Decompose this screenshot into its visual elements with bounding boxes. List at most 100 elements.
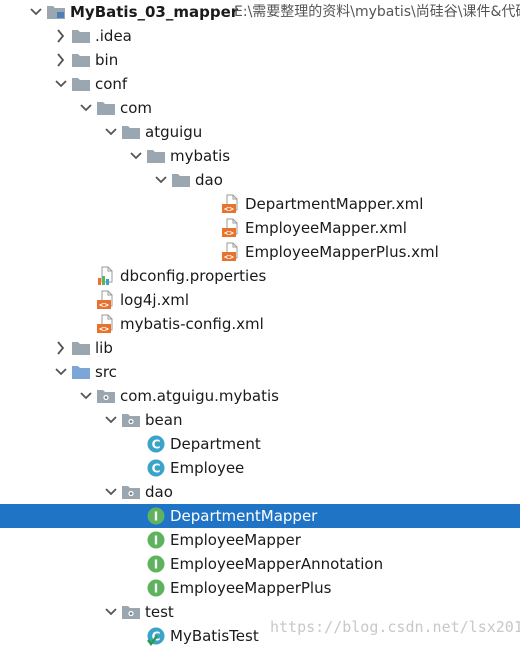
- class-icon: C: [147, 435, 165, 453]
- svg-text:<>: <>: [224, 253, 234, 262]
- tree-row[interactable]: dao: [0, 168, 520, 192]
- watermark: https://blog.csdn.net/lsx2017: [270, 618, 520, 636]
- tree-row[interactable]: <> mybatis-config.xml: [0, 312, 520, 336]
- interface-icon: I: [147, 507, 165, 525]
- chevron-right-icon[interactable]: [53, 24, 69, 48]
- chevron-down-icon[interactable]: [128, 144, 144, 168]
- folder-icon: [172, 174, 190, 187]
- tree-row[interactable]: C Department: [0, 432, 520, 456]
- svg-text:<>: <>: [99, 301, 109, 310]
- tree-row[interactable]: src: [0, 360, 520, 384]
- tree-item-label: mybatis: [170, 147, 231, 165]
- tree-item-label: .idea: [95, 27, 132, 45]
- class-icon: C: [147, 459, 165, 477]
- chevron-down-icon[interactable]: [153, 168, 169, 192]
- interface-icon: I: [147, 555, 165, 573]
- xml-file-icon: <>: [97, 314, 113, 334]
- folder-icon: [147, 150, 165, 163]
- tree-row[interactable]: <> EmployeeMapperPlus.xml: [0, 240, 520, 264]
- xml-file-icon: <>: [222, 242, 238, 262]
- chevron-right-icon[interactable]: [53, 336, 69, 360]
- package-icon: [122, 606, 140, 619]
- chevron-down-icon[interactable]: [28, 0, 44, 24]
- tree-item-label: dao: [195, 171, 223, 189]
- tree-row[interactable]: <> DepartmentMapper.xml: [0, 192, 520, 216]
- tree-row[interactable]: com.atguigu.mybatis: [0, 384, 520, 408]
- tree-item-label: EmployeeMapper.xml: [245, 219, 407, 237]
- tree-row[interactable]: dao: [0, 480, 520, 504]
- chevron-down-icon[interactable]: [53, 72, 69, 96]
- tree-item-label: Employee: [170, 459, 245, 477]
- chevron-right-icon[interactable]: [53, 48, 69, 72]
- tree-row[interactable]: lib: [0, 336, 520, 360]
- tree-item-label: conf: [95, 75, 128, 93]
- package-icon: [122, 486, 140, 499]
- tree-row[interactable]: dbconfig.properties: [0, 264, 520, 288]
- package-icon: [97, 390, 115, 403]
- tree-row[interactable]: I EmployeeMapper: [0, 528, 520, 552]
- svg-text:I: I: [154, 582, 158, 596]
- tree-row[interactable]: atguigu: [0, 120, 520, 144]
- tree-item-label: dao: [145, 483, 173, 501]
- tree-item-label: EmployeeMapper: [170, 531, 301, 549]
- folder-icon: [97, 102, 115, 115]
- test-class-icon: C: [147, 627, 165, 646]
- tree-item-label: DepartmentMapper.xml: [245, 195, 424, 213]
- tree-item-label: com.atguigu.mybatis: [120, 387, 279, 405]
- tree-item-label: EmployeeMapperAnnotation: [170, 555, 384, 573]
- svg-text:<>: <>: [224, 229, 234, 238]
- tree-row[interactable]: <> log4j.xml: [0, 288, 520, 312]
- chevron-down-icon[interactable]: [103, 408, 119, 432]
- tree-row[interactable]: bean: [0, 408, 520, 432]
- chevron-down-icon[interactable]: [53, 360, 69, 384]
- chevron-down-icon[interactable]: [103, 480, 119, 504]
- folder-icon: [122, 126, 140, 139]
- tree-row[interactable]: C Employee: [0, 456, 520, 480]
- svg-text:<>: <>: [99, 325, 109, 334]
- xml-file-icon: <>: [222, 194, 238, 214]
- tree-row[interactable]: MyBatis_03_mapper E:\需要整理的资料\mybatis\尚硅谷\…: [0, 0, 520, 24]
- chevron-down-icon[interactable]: [78, 384, 94, 408]
- tree-item-label: src: [95, 363, 117, 381]
- tree-item-label: atguigu: [145, 123, 203, 141]
- package-icon: [122, 414, 140, 427]
- tree-item-label: bean: [145, 411, 183, 429]
- folder-icon: [72, 30, 90, 43]
- folder-icon: [72, 342, 90, 355]
- tree-row[interactable]: conf: [0, 72, 520, 96]
- svg-text:C: C: [152, 438, 161, 452]
- tree-row[interactable]: I DepartmentMapper: [0, 504, 520, 528]
- tree-item-label: DepartmentMapper: [170, 507, 318, 525]
- chevron-down-icon[interactable]: [103, 600, 119, 624]
- svg-text:I: I: [154, 558, 158, 572]
- tree-row[interactable]: com: [0, 96, 520, 120]
- svg-text:I: I: [154, 534, 158, 548]
- tree-row[interactable]: bin: [0, 48, 520, 72]
- chevron-down-icon[interactable]: [78, 96, 94, 120]
- svg-text:<>: <>: [224, 205, 234, 214]
- project-folder-icon: [47, 6, 65, 19]
- tree-item-label: EmployeeMapperPlus.xml: [245, 243, 439, 261]
- tree-row[interactable]: I EmployeeMapperPlus: [0, 576, 520, 600]
- project-tree[interactable]: MyBatis_03_mapper E:\需要整理的资料\mybatis\尚硅谷\…: [0, 0, 520, 649]
- tree-item-label: mybatis-config.xml: [120, 315, 264, 333]
- tree-row[interactable]: <> EmployeeMapper.xml: [0, 216, 520, 240]
- xml-file-icon: <>: [222, 218, 238, 238]
- tree-item-label: Department: [170, 435, 261, 453]
- tree-item-label: test: [145, 603, 174, 621]
- tree-item-label: MyBatis_03_mapper: [70, 3, 239, 21]
- tree-item-label: MyBatisTest: [170, 627, 259, 645]
- svg-text:C: C: [152, 462, 161, 476]
- tree-item-label: log4j.xml: [120, 291, 190, 309]
- tree-row[interactable]: .idea: [0, 24, 520, 48]
- xml-file-icon: <>: [97, 290, 113, 310]
- folder-icon: [72, 54, 90, 67]
- tree-item-label: EmployeeMapperPlus: [170, 579, 332, 597]
- svg-text:I: I: [154, 510, 158, 524]
- interface-icon: I: [147, 579, 165, 597]
- tree-row[interactable]: I EmployeeMapperAnnotation: [0, 552, 520, 576]
- interface-icon: I: [147, 531, 165, 549]
- tree-row[interactable]: mybatis: [0, 144, 520, 168]
- chevron-down-icon[interactable]: [103, 120, 119, 144]
- tree-item-label: bin: [95, 51, 119, 69]
